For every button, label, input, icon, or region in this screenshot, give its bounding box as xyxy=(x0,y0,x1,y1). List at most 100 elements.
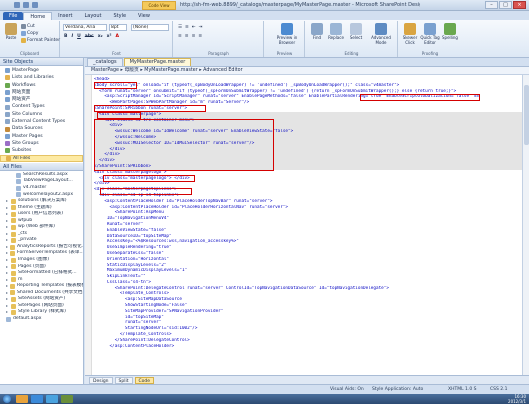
replace-button[interactable]: Replace xyxy=(326,23,346,41)
nav-item-icon xyxy=(5,133,10,139)
bold-button[interactable]: B xyxy=(64,34,67,39)
breadcrumb[interactable]: MasterPage ▸ 母版页 ▸ MyMasterPage.master ▸… xyxy=(85,67,529,75)
design-view-button[interactable]: Design xyxy=(89,376,113,384)
tab-insert[interactable]: Insert xyxy=(52,12,78,20)
skewer-icon xyxy=(404,23,416,35)
nav-item-icon xyxy=(5,119,10,125)
font-group: Verdana, Aria 8pt (None) B I U abc x₂ x²… xyxy=(61,21,173,57)
nav-item-label: 网站资产 xyxy=(12,97,31,103)
code-editor[interactable]: <head> <body scroll="yes" onload="if (typ… xyxy=(85,75,522,375)
style-combo[interactable]: (None) xyxy=(131,24,169,31)
spelling-button[interactable]: Spelling xyxy=(441,23,459,41)
ribbon-tabs: File Home Insert Layout Style View xyxy=(0,11,529,20)
folder-icon xyxy=(10,283,16,289)
tab-home[interactable]: Home xyxy=(23,12,53,20)
nav-item[interactable]: All Files xyxy=(0,154,83,162)
align-center-icon[interactable]: ≡ xyxy=(185,34,189,39)
paragraph-group: ☰ ≡ ⇤ ⇥ ≡ ≡ ≡ ≡ Paragraph xyxy=(174,21,264,57)
tab-catalogs[interactable]: _catalogs xyxy=(87,58,123,66)
nav-item[interactable]: Data Sources xyxy=(0,125,83,132)
vertical-scrollbar[interactable] xyxy=(522,75,529,375)
nav-item[interactable]: MasterPage xyxy=(0,67,83,74)
preview-in-browser-button[interactable]: Preview in Browser xyxy=(275,23,299,45)
subscript-button[interactable]: x₂ xyxy=(98,34,103,39)
folder-icon xyxy=(11,303,16,309)
minimize-button[interactable]: – xyxy=(485,1,498,9)
indent-icon[interactable]: ⇥ xyxy=(199,25,203,30)
nav-item-icon xyxy=(5,126,10,132)
sharepoint-designer-icon[interactable] xyxy=(46,395,58,403)
align-left-icon[interactable]: ≡ xyxy=(178,34,182,39)
tab-layout[interactable]: Layout xyxy=(78,12,107,20)
font-size-combo[interactable]: 8pt xyxy=(109,24,127,31)
status-bar: Visual Aids: On Style Application: Auto … xyxy=(0,384,529,394)
nav-item-icon xyxy=(5,104,10,110)
view-switcher: Design Split Code xyxy=(85,375,529,384)
quick-tag-editor-button[interactable]: Quick Tag Editor xyxy=(420,23,440,45)
font-name-combo[interactable]: Verdana, Aria xyxy=(63,24,107,31)
cut-button[interactable]: Cut xyxy=(21,24,35,29)
format-painter-button[interactable]: Format Painter xyxy=(21,38,60,43)
explorer-icon[interactable] xyxy=(16,395,28,403)
copy-button[interactable]: Copy xyxy=(21,31,38,36)
nav-item[interactable]: Site Groups xyxy=(0,140,83,147)
clipboard-group-label: Clipboard xyxy=(19,51,40,56)
app-icon[interactable] xyxy=(61,395,73,403)
code-lines: <head> <body scroll="yes" onload="if (typ… xyxy=(94,77,522,349)
select-button[interactable]: Select xyxy=(347,23,365,41)
maximize-button[interactable]: □ xyxy=(499,1,512,9)
strikethrough-button[interactable]: abc xyxy=(85,34,94,39)
find-button[interactable]: Find xyxy=(308,23,326,41)
save-icon[interactable] xyxy=(14,2,20,8)
undo-icon[interactable] xyxy=(23,2,29,8)
numbering-icon[interactable]: ≡ xyxy=(185,25,189,30)
italic-button[interactable]: I xyxy=(71,34,73,39)
nav-item[interactable]: Master Pages xyxy=(0,133,83,140)
nav-item[interactable]: Subsites xyxy=(0,147,83,154)
tab-mymasterpage[interactable]: MyMasterPage.master xyxy=(123,58,192,66)
tab-file[interactable]: File xyxy=(3,12,24,20)
close-button[interactable]: × xyxy=(513,1,526,9)
site-objects-list: MasterPage Lists and Libraries Workflows 网站… xyxy=(0,66,83,163)
underline-button[interactable]: U xyxy=(77,34,81,39)
nav-item[interactable]: Site Columns xyxy=(0,111,83,118)
justify-icon[interactable]: ≡ xyxy=(198,34,202,39)
quick-tag-label: Quick Tag Editor xyxy=(420,35,440,45)
file-icon xyxy=(16,192,21,198)
font-color-button[interactable]: A xyxy=(115,34,118,39)
nav-item[interactable]: Content Types xyxy=(0,103,83,110)
ribbon: Paste Cut Copy Format Painter Clipboard … xyxy=(0,20,529,58)
start-button[interactable] xyxy=(3,395,11,403)
bullets-icon[interactable]: ☰ xyxy=(178,25,182,30)
ie-icon[interactable] xyxy=(31,395,43,403)
split-view-button[interactable]: Split xyxy=(114,376,133,384)
advanced-mode-button[interactable]: Advanced Mode xyxy=(367,23,395,45)
nav-item-icon xyxy=(5,75,10,81)
align-right-icon[interactable]: ≡ xyxy=(192,34,196,39)
superscript-button[interactable]: x² xyxy=(107,34,112,39)
paste-button[interactable]: Paste xyxy=(2,23,20,41)
redo-icon[interactable] xyxy=(32,2,38,8)
nav-item[interactable]: Workflows xyxy=(0,82,83,89)
nav-item[interactable]: Lists and Libraries xyxy=(0,74,83,81)
file-tree-item[interactable]: default.aspx xyxy=(0,316,83,323)
skewer-click-button[interactable]: Skewer Click xyxy=(401,23,419,45)
expand-arrow-icon[interactable]: ▸ xyxy=(6,309,9,316)
format-buttons: B I U abc x₂ x² A xyxy=(64,34,119,39)
code-view-button[interactable]: Code xyxy=(134,376,155,384)
nav-item[interactable]: 网站页面 xyxy=(0,89,83,96)
folder-icon xyxy=(10,251,16,257)
spelling-label: Spelling xyxy=(442,35,458,40)
outdent-icon[interactable]: ⇤ xyxy=(192,25,196,30)
tab-style[interactable]: Style xyxy=(107,12,132,20)
advanced-label: Advanced Mode xyxy=(371,35,391,45)
tab-view[interactable]: View xyxy=(132,12,156,20)
nav-item[interactable]: External Content Types xyxy=(0,118,83,125)
system-clock: 16:30 2012/3/1 xyxy=(508,394,526,404)
file-tree-item[interactable]: ▸ SiteFormatted (已排格式... xyxy=(0,270,83,277)
scroll-thumb[interactable] xyxy=(524,85,529,145)
nav-item-icon xyxy=(5,68,10,74)
preview-label: Preview in Browser xyxy=(276,35,298,45)
nav-item[interactable]: 网站资产 xyxy=(0,96,83,103)
nav-item-label: Site Groups xyxy=(12,140,39,146)
